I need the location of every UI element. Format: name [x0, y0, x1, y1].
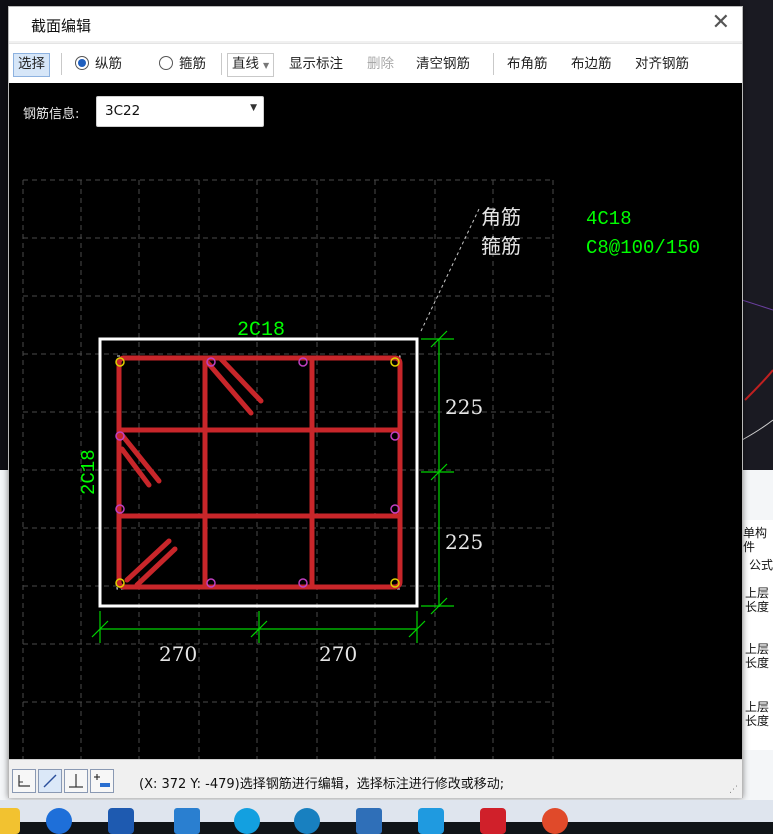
legend-leader-line: [420, 208, 480, 332]
legend-stirrup-label: 箍筋: [481, 234, 521, 258]
dimension-bottom-right[interactable]: 270: [319, 642, 357, 666]
left-rebar-label[interactable]: 2C18: [78, 449, 100, 495]
panel-cell: 单构件: [743, 526, 768, 554]
dimension-right-bottom[interactable]: 225: [445, 530, 483, 554]
taskbar-app-icon[interactable]: [480, 808, 506, 834]
perpendicular-snap-icon[interactable]: [64, 769, 88, 793]
panel-cell: 上层: [745, 700, 770, 714]
right-dimension: [421, 330, 454, 615]
toolbar-separator: [493, 53, 494, 75]
radio-unchecked-icon: [159, 56, 173, 70]
section-drawing[interactable]: 角筋 4C18 箍筋 C8@100/150 2C18 2C18 225 225 …: [9, 83, 742, 759]
status-bar: (X: 372 Y: -479)选择钢筋进行编辑，选择标注进行修改或移动; ⋰: [9, 759, 742, 798]
toolbar-separator: [221, 53, 222, 75]
legend-corner-label: 角筋: [481, 205, 521, 229]
taskbar-app-icon[interactable]: [46, 808, 72, 834]
status-text: (X: 372 Y: -479)选择钢筋进行编辑，选择标注进行修改或移动;: [139, 777, 505, 792]
taskbar-app-icon[interactable]: [174, 808, 200, 834]
outer-stirrup: [116, 355, 403, 590]
background-grid: [22, 179, 554, 759]
dimension-bottom-left[interactable]: 270: [159, 642, 197, 666]
background-panel: 单构件 公式 上层 长度 上层 长度 上层 长度: [741, 520, 773, 750]
top-rebar-label[interactable]: 2C18: [237, 319, 285, 342]
line-snap-icon[interactable]: [38, 769, 62, 793]
taskbar: [0, 800, 773, 834]
stirrup-radio[interactable]: 箍筋: [159, 53, 206, 75]
delete-button[interactable]: 删除: [367, 53, 394, 75]
resize-grip-icon[interactable]: ⋰: [729, 785, 738, 795]
legend-corner-value[interactable]: 4C18: [586, 208, 632, 230]
stirrup-hook: [218, 356, 264, 404]
taskbar-app-icon[interactable]: [108, 808, 134, 834]
longitudinal-label: 纵筋: [95, 56, 122, 72]
select-button[interactable]: 选择: [13, 53, 50, 77]
title-bar: 截面编辑 ✕: [9, 7, 742, 41]
panel-cell: 长度: [745, 656, 770, 670]
section-edit-dialog: 截面编辑 ✕ 选择 纵筋 箍筋 直线 ▼ 显示标注 删除 清空钢筋 布角筋 布边筋…: [8, 6, 743, 798]
dropdown-arrow-icon: ▼: [263, 61, 270, 70]
taskbar-app-icon[interactable]: [0, 808, 20, 834]
rebar-info-value: 3C22: [105, 103, 141, 119]
taskbar-app-icon[interactable]: [418, 808, 444, 834]
dimension-right-top[interactable]: 225: [445, 395, 483, 419]
longitudinal-radio[interactable]: 纵筋: [75, 53, 122, 75]
cover-line: [116, 355, 401, 590]
radio-checked-icon: [75, 56, 89, 70]
corner-rebar-button[interactable]: 布角筋: [507, 53, 548, 75]
rebar-info-label: 钢筋信息:: [23, 107, 80, 122]
panel-cell: 长度: [745, 714, 770, 728]
panel-cell: 公式: [749, 558, 773, 572]
toolbar-separator: [61, 53, 62, 75]
show-annotation-button[interactable]: 显示标注: [289, 53, 343, 75]
orthogonal-mode-icon[interactable]: [12, 769, 36, 793]
align-rebar-button[interactable]: 对齐钢筋: [635, 53, 689, 75]
column-section-outline: [98, 337, 419, 608]
edge-rebar-button[interactable]: 布边筋: [571, 53, 612, 75]
dropdown-arrow-icon: ▼: [250, 103, 257, 113]
add-dimension-icon[interactable]: [90, 769, 114, 793]
line-mode-label: 直线: [232, 56, 259, 72]
taskbar-app-icon[interactable]: [542, 808, 568, 834]
stirrups[interactable]: [116, 355, 403, 590]
panel-cell: 上层: [745, 642, 770, 656]
taskbar-app-icon[interactable]: [294, 808, 320, 834]
stirrup-label: 箍筋: [179, 56, 206, 72]
dialog-title: 截面编辑: [31, 17, 92, 35]
taskbar-app-icon[interactable]: [234, 808, 260, 834]
clear-rebar-button[interactable]: 清空钢筋: [416, 53, 470, 75]
panel-cell: 上层: [745, 586, 770, 600]
legend-stirrup-value[interactable]: C8@100/150: [586, 237, 700, 259]
taskbar-app-icon[interactable]: [356, 808, 382, 834]
section-canvas[interactable]: 角筋 4C18 箍筋 C8@100/150 2C18 2C18 225 225 …: [9, 83, 742, 759]
rebar-info-select[interactable]: 3C22 ▼: [96, 96, 264, 127]
close-icon[interactable]: ✕: [712, 10, 730, 36]
toolbar: 选择 纵筋 箍筋 直线 ▼ 显示标注 删除 清空钢筋 布角筋 布边筋 对齐钢筋: [9, 43, 742, 84]
panel-cell: 长度: [745, 600, 770, 614]
line-mode-dropdown[interactable]: 直线 ▼: [227, 53, 275, 77]
